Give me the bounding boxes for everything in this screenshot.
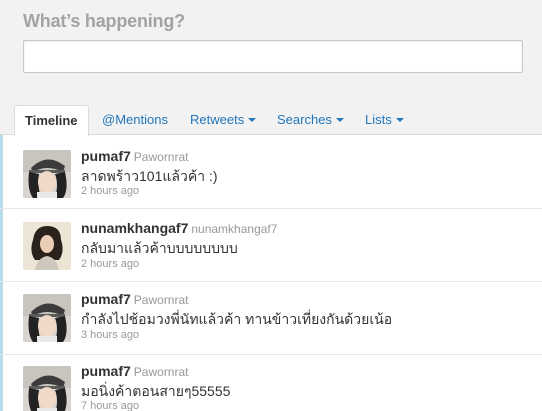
avatar-photo-cap (23, 294, 71, 342)
full-name: Pawornrat (133, 365, 189, 379)
tweet-timestamp[interactable]: 3 hours ago (81, 329, 139, 341)
full-name: Pawornrat (133, 293, 189, 307)
chevron-down-icon (248, 117, 257, 122)
tab-searches[interactable]: Searches (277, 104, 344, 135)
tweet-timestamp[interactable]: 7 hours ago (81, 400, 139, 411)
tweet-header: pumaf7 Pawornrat (81, 291, 189, 309)
tweet-header: pumaf7 Pawornrat (81, 148, 189, 166)
tweet-timestamp[interactable]: 2 hours ago (81, 185, 139, 197)
full-name: nunamkhangaf7 (191, 222, 278, 236)
tab-label: Lists (365, 112, 392, 127)
timeline-tabs: Timeline @Mentions Retweets Searches Lis… (0, 104, 542, 136)
tweet-item: pumaf7 Pawornrat ลาดพร้าว101แล้วค้า :) 2 … (0, 136, 542, 209)
tweet-header: nunamkhangaf7 nunamkhangaf7 (81, 220, 277, 238)
tab-label: @Mentions (102, 112, 168, 127)
chevron-down-icon (395, 117, 404, 122)
tweet-timestamp[interactable]: 2 hours ago (81, 258, 139, 270)
screen-name[interactable]: pumaf7 (81, 363, 131, 379)
tweet-item: pumaf7 Pawornrat มอนิ่งค้าตอนสายๆ55555 7 … (0, 355, 542, 411)
tab-mentions[interactable]: @Mentions (102, 104, 168, 135)
tab-label: Retweets (190, 112, 245, 127)
avatar[interactable] (23, 294, 71, 342)
tab-timeline[interactable]: Timeline (14, 105, 89, 136)
full-name: Pawornrat (133, 150, 189, 164)
screen-name[interactable]: pumaf7 (81, 291, 131, 307)
avatar[interactable] (23, 366, 71, 411)
tab-lists[interactable]: Lists (365, 104, 404, 135)
avatar-photo-cap (23, 150, 71, 198)
status-input[interactable] (23, 40, 523, 73)
screen-name[interactable]: nunamkhangaf7 (81, 220, 188, 236)
screen-name[interactable]: pumaf7 (81, 148, 131, 164)
chevron-down-icon (335, 117, 344, 122)
tweet-text: กำลังไปช้อมวงพี่นัทแล้วค้า ทานข้าวเที่ยง… (81, 311, 393, 327)
tab-label: Timeline (25, 113, 78, 128)
avatar[interactable] (23, 222, 71, 270)
avatar[interactable] (23, 150, 71, 198)
tweet-item: pumaf7 Pawornrat กำลังไปช้อมวงพี่นัทแล้วค… (0, 282, 542, 355)
avatar-photo-portrait (23, 222, 71, 270)
tweet-header: pumaf7 Pawornrat (81, 363, 189, 381)
avatar-photo-cap (23, 366, 71, 411)
tab-retweets[interactable]: Retweets (190, 104, 257, 135)
tab-label: Searches (277, 112, 332, 127)
tweet-text: กลับมาแล้วค้าบบบบบบบบ (81, 240, 238, 256)
composer-title: What’s happening? (23, 11, 185, 31)
tweet-item: nunamkhangaf7 nunamkhangaf7 กลับมาแล้วค้า… (0, 209, 542, 282)
tweet-composer: What’s happening? (0, 0, 542, 104)
